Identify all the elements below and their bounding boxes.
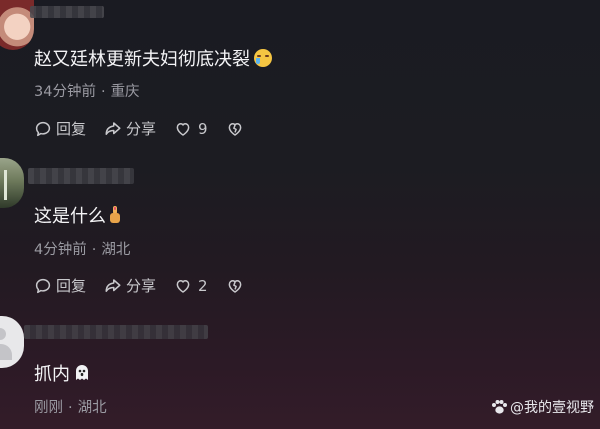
comment-body-1: 赵又廷林更新夫妇彻底决裂	[34, 49, 250, 70]
paw-icon	[492, 400, 507, 414]
comment-actions-2: 回复 分享 2	[34, 275, 266, 296]
like-button-2[interactable]: 2	[174, 277, 208, 295]
separator-dot: ·	[100, 84, 106, 100]
heart-icon	[176, 122, 190, 136]
comment-location-1: 重庆	[110, 84, 140, 100]
commenter-avatar-2[interactable]	[0, 158, 24, 208]
comment-text-3: 抓内	[34, 360, 90, 386]
broken-heart-icon	[228, 122, 241, 136]
comment-meta-1: 34分钟前 · 重庆	[34, 80, 140, 101]
comment-time-1: 34分钟前	[34, 84, 96, 100]
dislike-button-1[interactable]	[226, 120, 248, 138]
pointing-hand-emoji-icon	[110, 206, 120, 224]
comment-meta-3: 刚刚 · 湖北	[34, 396, 107, 417]
commenter-avatar-1[interactable]	[0, 0, 34, 50]
commenter-name-blurred-3[interactable]	[24, 325, 208, 339]
commenter-name-blurred-1[interactable]	[30, 6, 104, 18]
separator-dot: ·	[68, 400, 73, 416]
reply-bubble-icon	[35, 278, 51, 293]
crying-laugh-emoji-icon	[254, 49, 272, 67]
share-arrow-icon	[105, 121, 121, 135]
comment-body-3: 抓内	[34, 364, 70, 385]
reply-label-1: 回复	[56, 120, 87, 138]
watermark-text: @我的壹视野	[510, 400, 594, 416]
like-count-2: 2	[198, 276, 208, 295]
comment-text-1: 赵又廷林更新夫妇彻底决裂	[34, 45, 272, 71]
comment-text-2: 这是什么	[34, 202, 120, 228]
commenter-avatar-3[interactable]	[0, 316, 24, 368]
comment-location-2: 湖北	[101, 242, 131, 258]
comment-actions-1: 回复 分享 9	[34, 118, 266, 139]
share-label-1: 分享	[126, 120, 157, 138]
reply-bubble-icon	[35, 121, 51, 136]
broken-heart-icon	[228, 279, 241, 293]
share-button-2[interactable]: 分享	[104, 275, 156, 296]
like-count-1: 9	[198, 119, 208, 138]
comment-body-2: 这是什么	[34, 206, 106, 227]
comment-time-2: 4分钟前	[34, 242, 87, 258]
commenter-name-blurred-2[interactable]	[28, 168, 134, 184]
heart-icon	[176, 279, 190, 293]
like-button-1[interactable]: 9	[174, 120, 208, 138]
share-arrow-icon	[105, 278, 121, 292]
comment-location-3: 湖北	[77, 400, 107, 416]
comment-time-3: 刚刚	[34, 400, 63, 416]
watermark: @我的壹视野	[490, 397, 594, 417]
share-button-1[interactable]: 分享	[104, 118, 156, 139]
share-label-2: 分享	[126, 277, 157, 295]
dislike-button-2[interactable]	[226, 277, 248, 295]
reply-label-2: 回复	[56, 277, 87, 295]
reply-button-1[interactable]: 回复	[34, 118, 86, 139]
separator-dot: ·	[91, 242, 97, 258]
reply-button-2[interactable]: 回复	[34, 275, 86, 296]
ghost-emoji-icon	[74, 364, 90, 382]
comment-meta-2: 4分钟前 · 湖北	[34, 238, 130, 259]
